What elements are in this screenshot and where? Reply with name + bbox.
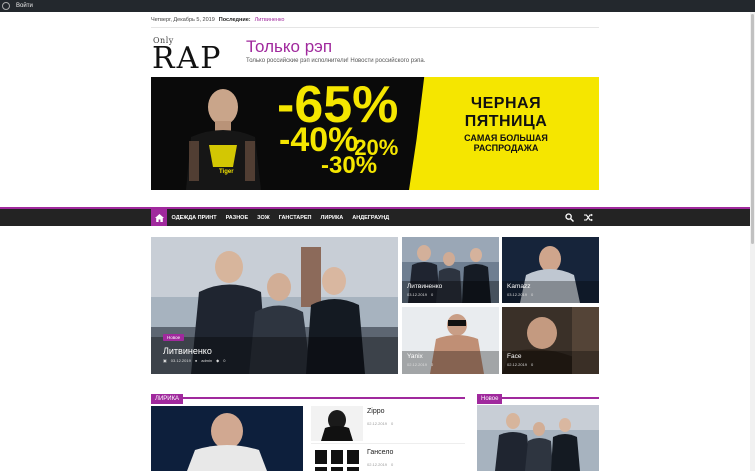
- admin-bar: Войти: [0, 0, 755, 12]
- tile-meta: 02.12.2019 0: [507, 362, 533, 367]
- tile-post[interactable]: Kamazz 03.12.2019 0: [502, 237, 599, 303]
- tile-post[interactable]: Yanix 02.12.2019 0: [402, 307, 499, 374]
- black-friday-banner[interactable]: Tiger -65% -40% -20% -30% ЧЕРНАЯ ПЯТНИЦА…: [151, 77, 599, 190]
- featured-comments[interactable]: 0: [223, 358, 225, 363]
- list-item-title[interactable]: Гансело: [367, 449, 393, 456]
- featured-post-title[interactable]: Литвиненко: [163, 346, 225, 356]
- nav-item-underground[interactable]: АНДЕГРАУНД: [348, 215, 394, 221]
- calendar-icon: ▣: [163, 358, 167, 363]
- new-post-widget[interactable]: [477, 405, 599, 471]
- banner-line-1: ЧЕРНАЯ: [470, 95, 542, 112]
- nav-item-misc[interactable]: РАЗНОЕ: [221, 215, 253, 221]
- shirt-text: Tiger: [219, 169, 234, 175]
- featured-post-meta: ▣ 03.12.2019 ● admin ◆ 0: [163, 358, 225, 363]
- search-icon[interactable]: [565, 213, 574, 222]
- main-nav: ОДЕЖДА ПРИНТ РАЗНОЕ ЗОЖ ГАНСТАРЕП ЛИРИКА…: [0, 207, 750, 226]
- list-item-meta: 02.12.2019 0: [367, 421, 393, 426]
- tile-title[interactable]: Yanix: [407, 353, 433, 360]
- divider: [311, 443, 465, 444]
- list-item-date[interactable]: 02.12.2019: [367, 421, 387, 426]
- section-title-lyrics[interactable]: ЛИРИКА: [151, 394, 184, 404]
- tile-title[interactable]: Литвиненко: [407, 283, 442, 290]
- featured-date[interactable]: 03.12.2019: [171, 358, 191, 363]
- wordpress-logo-icon[interactable]: [0, 0, 12, 12]
- home-button[interactable]: [151, 209, 167, 226]
- tile-date[interactable]: 02.12.2019: [507, 362, 527, 367]
- list-item[interactable]: Zippo 02.12.2019 0: [311, 406, 465, 444]
- tile-comments[interactable]: 0: [431, 292, 433, 297]
- comment-icon: ◆: [216, 358, 220, 363]
- latest-post-link[interactable]: Литвиненко: [255, 17, 285, 23]
- list-item[interactable]: Гансело 02.12.2019 0: [311, 447, 465, 471]
- section-title-new[interactable]: Новое: [477, 394, 503, 404]
- nav-item-health[interactable]: ЗОЖ: [253, 215, 275, 221]
- nav-item-lyrics[interactable]: ЛИРИКА: [316, 215, 348, 221]
- nav-item-clothing[interactable]: ОДЕЖДА ПРИНТ: [167, 215, 221, 221]
- featured-category-badge[interactable]: Новое: [163, 334, 185, 341]
- discount-30: -30%: [321, 152, 378, 179]
- tile-comments[interactable]: 0: [431, 362, 433, 367]
- tile-date[interactable]: 03.12.2019: [507, 292, 527, 297]
- list-item-title[interactable]: Zippo: [367, 408, 385, 415]
- banner-line-2: ПЯТНИЦА: [464, 113, 548, 130]
- banner-line-4: РАСПРОДАЖА: [473, 143, 539, 153]
- lyrics-featured-image: [151, 406, 303, 471]
- featured-author[interactable]: admin: [201, 358, 212, 363]
- tile-comments[interactable]: 0: [531, 362, 533, 367]
- new-post-image: [477, 405, 599, 471]
- tile-date[interactable]: 02.12.2019: [407, 362, 427, 367]
- tile-meta: 03.12.2019 0: [407, 292, 442, 297]
- login-link[interactable]: Войти: [16, 3, 33, 9]
- home-icon: [154, 213, 164, 222]
- site-logo[interactable]: Only RAP: [152, 36, 240, 76]
- user-icon: ●: [194, 358, 198, 363]
- list-item-comments[interactable]: 0: [391, 421, 393, 426]
- tile-title[interactable]: Kamazz: [507, 283, 533, 290]
- tile-meta: 03.12.2019 0: [507, 292, 533, 297]
- list-item-comments[interactable]: 0: [391, 462, 393, 467]
- logo-rap-text: RAP: [152, 41, 223, 76]
- site-description: Только российские рэп исполнители! Новос…: [246, 58, 426, 64]
- section-header-new: Новое: [477, 387, 599, 404]
- tile-comments[interactable]: 0: [531, 292, 533, 297]
- divider: [151, 27, 599, 28]
- list-item-date[interactable]: 02.12.2019: [367, 462, 387, 467]
- list-item-thumbnail: [311, 447, 363, 471]
- latest-label: Последние:: [218, 17, 251, 23]
- list-item-meta: 02.12.2019 0: [367, 462, 393, 467]
- section-header-lyrics: ЛИРИКА: [151, 387, 465, 404]
- tile-post[interactable]: Face 02.12.2019 0: [502, 307, 599, 374]
- tile-date[interactable]: 03.12.2019: [407, 292, 427, 297]
- lyrics-featured-post[interactable]: [151, 406, 303, 471]
- random-post-icon[interactable]: [584, 213, 593, 222]
- tile-title[interactable]: Face: [507, 353, 533, 360]
- nav-item-gangsta[interactable]: ГАНСТАРЕП: [274, 215, 316, 221]
- current-date: Четверг, Декабрь 5, 2019: [151, 17, 215, 23]
- top-bar: Четверг, Декабрь 5, 2019 Последние: Литв…: [151, 15, 599, 25]
- tile-post[interactable]: Литвиненко 03.12.2019 0: [402, 237, 499, 303]
- list-item-thumbnail: [311, 406, 363, 441]
- scrollbar-thumb[interactable]: [751, 14, 754, 244]
- scrollbar[interactable]: [750, 12, 755, 471]
- site-title[interactable]: Только рэп: [246, 37, 332, 57]
- tile-meta: 02.12.2019 0: [407, 362, 433, 367]
- featured-post[interactable]: Новое Литвиненко ▣ 03.12.2019 ● admin ◆ 0: [151, 237, 398, 374]
- banner-headline: ЧЕРНАЯ ПЯТНИЦА САМАЯ БОЛЬШАЯ РАСПРОДАЖА: [421, 95, 591, 153]
- banner-line-3: САМАЯ БОЛЬШАЯ: [464, 133, 548, 143]
